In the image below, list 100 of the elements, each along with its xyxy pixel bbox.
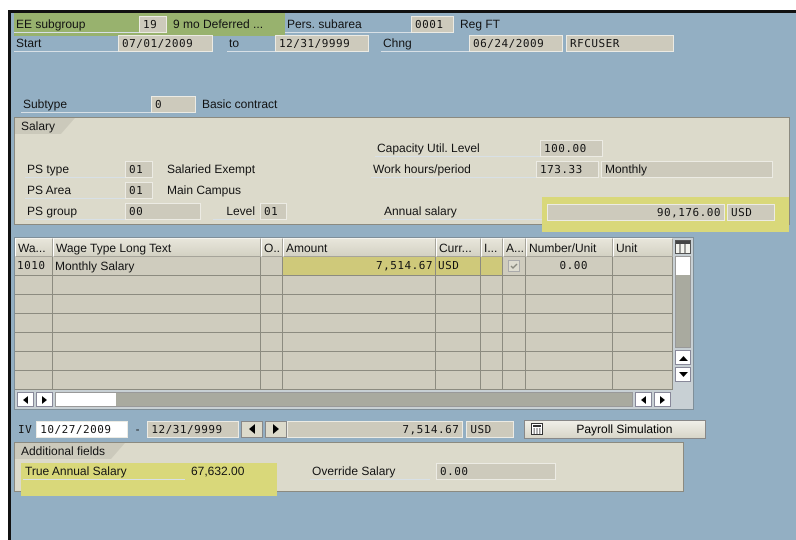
column-header[interactable]: Wage Type Long Text [53, 238, 261, 257]
table-cell [481, 333, 503, 352]
scroll-right-button[interactable] [36, 392, 53, 407]
field-label: IV [17, 422, 34, 436]
scroll-down-button[interactable] [675, 367, 691, 382]
input-field[interactable]: 0.00 [436, 462, 556, 480]
scroll-left-button[interactable] [17, 392, 34, 407]
scroll-left-button[interactable] [635, 392, 652, 407]
right-arrow-icon [41, 396, 48, 404]
payroll-simulation-button[interactable]: Payroll Simulation [524, 420, 706, 438]
column-header[interactable]: I... [481, 238, 503, 257]
down-arrow-icon [678, 372, 688, 378]
table-cell [261, 276, 283, 295]
input-field[interactable]: Monthly [601, 160, 773, 178]
input-field[interactable]: 7,514.67 [287, 420, 464, 438]
table-cell [15, 371, 53, 390]
table-cell [261, 295, 283, 314]
previous-button[interactable] [241, 420, 264, 438]
input-field[interactable]: 00 [125, 202, 201, 220]
date-field[interactable]: 07/01/2009 [118, 34, 213, 52]
table-cell: 7,514.67 [283, 257, 436, 276]
date-field[interactable]: 12/31/9999 [275, 34, 369, 52]
date-field[interactable]: 12/31/9999 [147, 420, 240, 438]
field-label: True Annual Salary [23, 462, 185, 480]
scrollbar[interactable] [55, 392, 633, 407]
input-field[interactable]: 173.33 [536, 160, 599, 178]
input-field[interactable]: 90,176.00 [547, 204, 725, 220]
table-cell [261, 371, 283, 390]
table-settings-icon[interactable] [675, 240, 691, 254]
field-text: Main Campus [166, 183, 242, 197]
table-cell [15, 295, 53, 314]
column-header[interactable]: O.. [261, 238, 283, 257]
table-cell [436, 352, 481, 371]
left-arrow-icon [640, 396, 647, 404]
column-header[interactable]: A... [503, 238, 526, 257]
table-cell [436, 295, 481, 314]
table-cell [503, 371, 526, 390]
field-text: 9 mo Deferred ... [172, 17, 264, 31]
table-cell [261, 257, 283, 276]
field-text: Reg FT [459, 17, 500, 31]
table-cell [481, 276, 503, 295]
table-cell [613, 352, 673, 371]
table-cell [503, 314, 526, 333]
left-arrow-icon [22, 396, 29, 404]
table-cell [613, 295, 673, 314]
table-cell [261, 333, 283, 352]
table-cell: 0.00 [526, 257, 613, 276]
right-arrow-icon [272, 424, 280, 434]
table-cell [436, 371, 481, 390]
table-cell [613, 333, 673, 352]
table-cell [481, 352, 503, 371]
input-field[interactable]: 01 [260, 202, 287, 220]
input-field[interactable]: USD [727, 204, 775, 220]
table-cell [15, 314, 53, 333]
column-header[interactable]: Wa... [15, 238, 53, 257]
table-cell [15, 276, 53, 295]
input-field[interactable]: 01 [125, 160, 153, 178]
table-cell [481, 295, 503, 314]
field-text: Salaried Exempt [166, 162, 256, 176]
scroll-right-button[interactable] [654, 392, 671, 407]
table-cell [436, 276, 481, 295]
field-label: Work hours/period [371, 160, 536, 178]
table-cell [613, 371, 673, 390]
table-cell: 1010 [15, 257, 53, 276]
input-field[interactable]: 0 [151, 96, 196, 112]
checkbox[interactable] [508, 260, 520, 272]
field-label: Capacity Util. Level [375, 140, 540, 156]
column-header[interactable]: Unit [613, 238, 673, 257]
checkmark-icon [509, 261, 519, 271]
column-header[interactable]: Number/Unit [526, 238, 613, 257]
table-cell [613, 276, 673, 295]
table-cell [503, 333, 526, 352]
input-field[interactable]: 100.00 [540, 140, 603, 156]
right-arrow-icon [659, 396, 666, 404]
table-cell [481, 314, 503, 333]
column-header[interactable]: Curr... [436, 238, 481, 257]
up-arrow-icon [678, 354, 688, 360]
table-cell: USD [436, 257, 481, 276]
scrollbar[interactable] [675, 256, 691, 348]
table-cell [15, 333, 53, 352]
table-cell [15, 352, 53, 371]
date-field[interactable]: 06/24/2009 [469, 34, 563, 52]
table-cell [503, 295, 526, 314]
table-cell [436, 333, 481, 352]
next-button[interactable] [265, 420, 288, 438]
input-field[interactable]: 01 [125, 182, 153, 198]
field-label: - [133, 422, 142, 436]
input-field[interactable]: USD [466, 420, 514, 438]
input-field[interactable]: 0001 [411, 16, 454, 32]
table-cell [481, 371, 503, 390]
input-field[interactable]: 19 [139, 16, 167, 32]
table-cell [503, 352, 526, 371]
field-text: Basic contract [201, 97, 278, 111]
date-field[interactable]: 10/27/2009 [36, 420, 128, 438]
scroll-up-button[interactable] [675, 350, 691, 365]
calculator-icon [531, 423, 544, 435]
left-arrow-icon [248, 424, 256, 434]
column-header[interactable]: Amount [283, 238, 436, 257]
table-cell [436, 314, 481, 333]
input-field[interactable]: RFCUSER [566, 34, 674, 52]
